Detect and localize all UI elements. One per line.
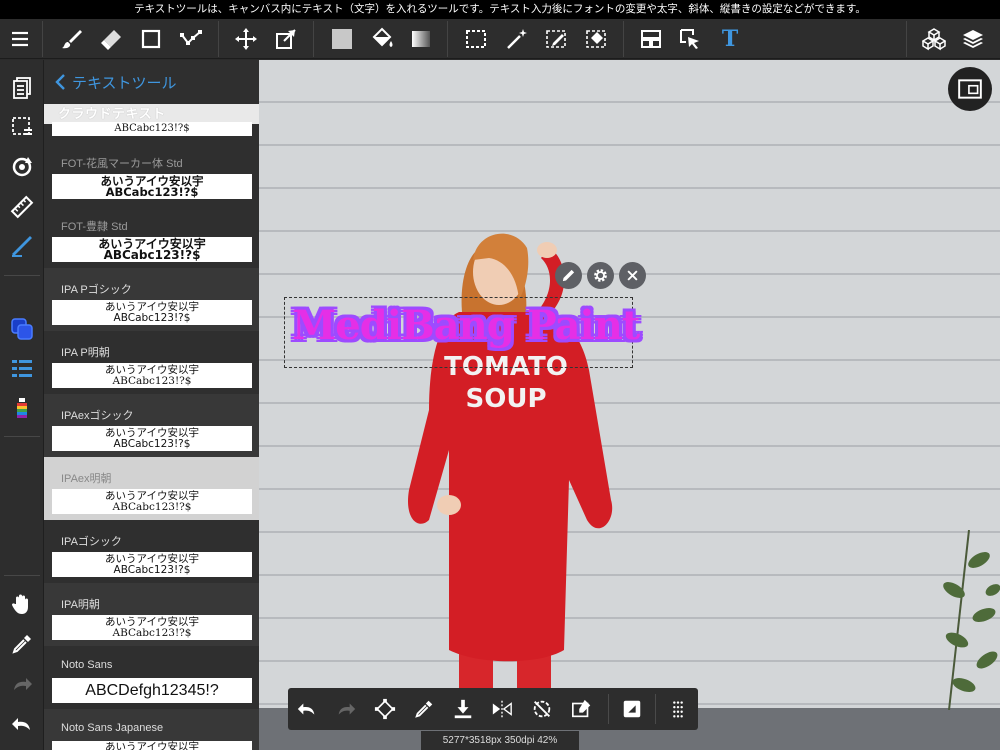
font-item-selected[interactable]: IPAex明朝 あいうアイウ安以宇 ABCabc123!?$	[44, 457, 259, 520]
text-object[interactable]: MediBang Paint	[292, 302, 640, 349]
font-preview: あいうアイウ安以宇 ABCabc123!?$	[52, 237, 252, 262]
plant-decoration	[943, 530, 1000, 710]
font-preview: あいうアイウ安以宇 ABCabc123!?$	[52, 426, 252, 451]
font-item[interactable]: IPA Pゴシック あいうアイウ安以宇 ABCabc123!?$	[44, 268, 259, 331]
font-item[interactable]: IPA明朝 あいうアイウ安以宇 ABCabc123!?$	[44, 583, 259, 646]
font-name: Noto Sans	[61, 659, 113, 671]
font-name: IPA Pゴシック	[61, 284, 132, 296]
font-preview: あいうアイウ安以宇 ABCabc123!?$	[52, 552, 252, 577]
save-icon[interactable]	[449, 695, 477, 723]
bucket-icon[interactable]	[368, 25, 396, 53]
bottom-toolbar	[288, 688, 698, 730]
transform-icon[interactable]	[371, 695, 399, 723]
cloud-font-preview[interactable]: ABCabc123!?$	[52, 122, 252, 136]
pages-icon[interactable]	[8, 74, 36, 102]
select-pen-icon[interactable]	[542, 25, 570, 53]
fullscreen-icon[interactable]	[618, 695, 646, 723]
redo-icon[interactable]	[8, 670, 36, 698]
polyline-icon[interactable]	[177, 25, 205, 53]
chevron-left-icon	[54, 73, 68, 91]
fill-color-swatch[interactable]	[328, 25, 356, 53]
font-panel: テキストツール クラウドテキスト ABCabc123!?$ FOT-花風マーカー…	[44, 60, 259, 750]
select-layer-icon[interactable]	[676, 25, 704, 53]
more-dots-icon[interactable]	[664, 695, 692, 723]
redo-icon[interactable]	[332, 695, 360, 723]
font-preview: あいうアイウ安以宇 ABCabc123!?$	[52, 489, 252, 514]
color-icon[interactable]	[8, 315, 36, 343]
eraser-icon[interactable]	[98, 25, 126, 53]
cloud-text-header: クラウドテキスト	[44, 104, 259, 124]
font-preview: あいうアイウ安以宇	[52, 741, 252, 750]
menu-icon[interactable]	[6, 25, 34, 53]
rotate-reset-icon[interactable]	[528, 695, 556, 723]
app-root: テキストツールは、キャンバス内にテキスト（文字）を入れるツールです。テキスト入力…	[0, 0, 1000, 750]
flip-icon[interactable]	[488, 695, 516, 723]
layers-icon[interactable]	[959, 25, 987, 53]
layer-list-icon[interactable]	[8, 355, 36, 383]
canvas-status: 5277*3518px 350dpi 42%	[421, 731, 579, 750]
panel-title: テキストツール	[72, 74, 177, 92]
font-preview: あいうアイウ安以宇 ABCabc123!?$	[52, 363, 252, 388]
font-preview: あいうアイウ安以宇 ABCabc123!?$	[52, 300, 252, 325]
settings-gear-icon[interactable]	[587, 262, 614, 289]
font-name: IPA P明朝	[61, 347, 110, 359]
canvas-view-button[interactable]	[948, 67, 992, 111]
font-item[interactable]: Noto Sans ABCDefgh12345!?	[44, 646, 259, 709]
eraser-clear-icon[interactable]	[568, 695, 596, 723]
gradient-icon[interactable]	[407, 25, 435, 53]
top-toolbar: T	[0, 19, 1000, 59]
undo-icon[interactable]	[293, 695, 321, 723]
select-rect-icon[interactable]	[462, 25, 490, 53]
3d-material-icon[interactable]	[920, 25, 948, 53]
font-preview: あいうアイウ安以宇 ABCabc123!?$	[52, 615, 252, 640]
hand-icon[interactable]	[8, 590, 36, 618]
move-icon[interactable]	[232, 25, 260, 53]
font-item[interactable]: Noto Sans Japanese あいうアイウ安以宇	[44, 709, 259, 750]
back-button[interactable]: テキストツール	[44, 60, 259, 104]
layout-icon[interactable]	[637, 25, 665, 53]
font-preview: あいうアイウ安以宇 ABCabc123!?$	[52, 174, 252, 199]
font-name: FOT-豊隷 Std	[61, 221, 128, 233]
font-name: FOT-花風マーカー体 Std	[61, 158, 183, 170]
hint-bar: テキストツールは、キャンバス内にテキスト（文字）を入れるツールです。テキスト入力…	[0, 0, 1000, 19]
font-preview: ABCDefgh12345!?	[52, 678, 252, 703]
shape-rect-icon[interactable]	[137, 25, 165, 53]
font-name: IPAexゴシック	[61, 410, 134, 422]
brush-color-icon[interactable]	[8, 395, 36, 423]
font-item[interactable]: IPA P明朝 あいうアイウ安以宇 ABCabc123!?$	[44, 331, 259, 394]
magic-wand-icon[interactable]	[503, 25, 531, 53]
eyedropper-icon[interactable]	[410, 695, 438, 723]
font-name: IPAゴシック	[61, 536, 122, 548]
pen-icon[interactable]	[8, 232, 36, 260]
font-name: Noto Sans Japanese	[61, 722, 164, 734]
font-name: IPA明朝	[61, 599, 100, 611]
sweatshirt-print-line2: SOUP	[466, 384, 547, 414]
font-item[interactable]: IPAexゴシック あいうアイウ安以宇 ABCabc123!?$	[44, 394, 259, 457]
canvas[interactable]: TOMATO SOUP MediBang Paint	[259, 60, 1000, 750]
font-item[interactable]: FOT-花風マーカー体 Std あいうアイウ安以宇 ABCabc123!?$	[44, 142, 259, 205]
text-icon[interactable]: T	[716, 25, 744, 53]
select-eraser-icon[interactable]	[582, 25, 610, 53]
eyedropper-icon[interactable]	[8, 630, 36, 658]
ruler-icon[interactable]	[8, 193, 36, 221]
selection-icon[interactable]	[8, 113, 36, 141]
person-photo: TOMATO SOUP	[408, 233, 613, 710]
undo-icon[interactable]	[8, 710, 36, 738]
font-item[interactable]: FOT-豊隷 Std あいうアイウ安以宇 ABCabc123!?$	[44, 205, 259, 268]
font-name: IPAex明朝	[61, 473, 112, 485]
transform-icon[interactable]	[272, 25, 300, 53]
edit-pen-icon[interactable]	[555, 262, 582, 289]
brush-icon[interactable]	[58, 25, 86, 53]
rotate-icon[interactable]	[8, 153, 36, 181]
left-rail	[0, 60, 44, 750]
close-x-icon[interactable]	[619, 262, 646, 289]
font-item[interactable]: IPAゴシック あいうアイウ安以宇 ABCabc123!?$	[44, 520, 259, 583]
